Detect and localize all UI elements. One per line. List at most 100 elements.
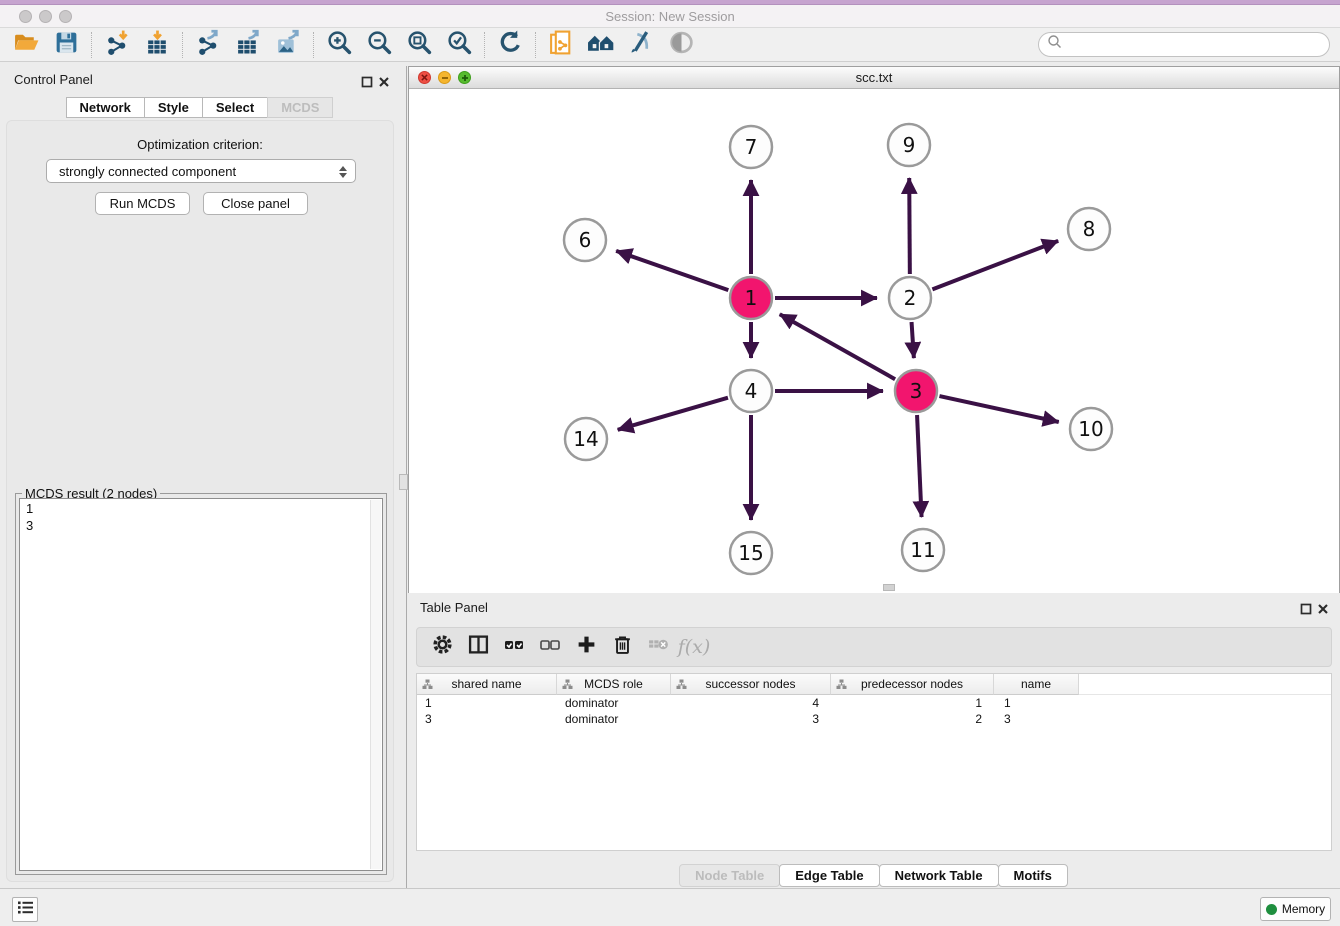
column-header-successor-nodes[interactable]: successor nodes bbox=[671, 674, 831, 695]
birds-eye-view-button[interactable] bbox=[661, 29, 701, 61]
save-floppy-icon bbox=[53, 29, 80, 61]
close-table-panel-icon[interactable] bbox=[1317, 602, 1329, 614]
graph-edge-3-11[interactable] bbox=[917, 415, 921, 517]
create-column-button[interactable] bbox=[571, 632, 601, 662]
tab-node-table[interactable]: Node Table bbox=[679, 864, 780, 887]
export-network-button[interactable] bbox=[188, 29, 228, 61]
tab-select[interactable]: Select bbox=[202, 97, 268, 118]
cell-predecessor-nodes[interactable]: 2 bbox=[831, 711, 994, 727]
zoom-selected-button[interactable] bbox=[439, 29, 479, 61]
tab-mcds[interactable]: MCDS bbox=[267, 97, 333, 118]
clone-network-icon bbox=[548, 29, 575, 61]
close-panel-button[interactable]: Close panel bbox=[203, 192, 308, 215]
columns-icon bbox=[468, 634, 489, 660]
list-icon bbox=[17, 900, 34, 920]
zoom-in-button[interactable] bbox=[319, 29, 359, 61]
cell-name[interactable]: 1 bbox=[994, 695, 1079, 711]
column-header-shared-name[interactable]: shared name bbox=[417, 674, 557, 695]
cell-shared-name[interactable]: 3 bbox=[417, 711, 557, 727]
table-settings-button[interactable] bbox=[427, 632, 457, 662]
canvas-hscroll-thumb[interactable] bbox=[883, 584, 895, 591]
save-session-button[interactable] bbox=[46, 29, 86, 61]
import-network-button[interactable] bbox=[97, 29, 137, 61]
criterion-value: strongly connected component bbox=[59, 164, 236, 179]
function-icon: f(x) bbox=[678, 636, 711, 658]
tab-network-table[interactable]: Network Table bbox=[879, 864, 999, 887]
deselect-all-button[interactable] bbox=[535, 632, 565, 662]
criterion-dropdown[interactable]: strongly connected component bbox=[46, 159, 356, 183]
network-canvas[interactable]: 7968124314101511 bbox=[409, 89, 1339, 593]
network-overview-button[interactable] bbox=[581, 29, 621, 61]
run-mcds-button[interactable]: Run MCDS bbox=[95, 192, 190, 215]
float-panel-icon[interactable] bbox=[361, 75, 373, 87]
result-line: 3 bbox=[26, 517, 376, 534]
graph-edge-2-8[interactable] bbox=[932, 241, 1058, 289]
result-scrollbar[interactable] bbox=[370, 500, 381, 869]
delete-table-icon bbox=[647, 633, 670, 661]
graph-edge-2-9[interactable] bbox=[909, 178, 910, 274]
column-type-icon bbox=[562, 679, 573, 693]
zoom-fit-button[interactable] bbox=[399, 29, 439, 61]
show-columns-button[interactable] bbox=[463, 632, 493, 662]
graph-node-label: 11 bbox=[910, 538, 935, 562]
network-window-titlebar[interactable]: scc.txt bbox=[409, 67, 1339, 89]
toolbar-separator bbox=[91, 32, 92, 58]
graph-edge-1-6[interactable] bbox=[616, 251, 728, 290]
graph-edge-4-14[interactable] bbox=[618, 398, 728, 430]
cell-mcds-role[interactable]: dominator bbox=[557, 711, 671, 727]
tab-edge-table[interactable]: Edge Table bbox=[779, 864, 879, 887]
toolbar-separator bbox=[535, 32, 536, 58]
graph-edge-2-3[interactable] bbox=[912, 322, 914, 358]
cell-mcds-role[interactable]: dominator bbox=[557, 695, 671, 711]
houses-icon bbox=[587, 29, 616, 61]
panel-divider[interactable] bbox=[401, 66, 407, 888]
graph-edge-3-10[interactable] bbox=[939, 396, 1058, 422]
table-row[interactable]: 1 dominator 4 1 1 bbox=[417, 695, 1331, 711]
table-row[interactable]: 3 dominator 3 2 3 bbox=[417, 711, 1331, 727]
refresh-button[interactable] bbox=[490, 29, 530, 61]
header-filler bbox=[1079, 674, 1331, 695]
memory-button[interactable]: Memory bbox=[1260, 897, 1331, 921]
clone-network-button[interactable] bbox=[541, 29, 581, 61]
close-panel-icon[interactable] bbox=[378, 75, 390, 87]
zoom-out-button[interactable] bbox=[359, 29, 399, 61]
cell-shared-name[interactable]: 1 bbox=[417, 695, 557, 711]
search-input[interactable] bbox=[1038, 32, 1330, 57]
graph-edge-3-1[interactable] bbox=[780, 314, 895, 379]
export-image-button[interactable] bbox=[268, 29, 308, 61]
task-history-button[interactable] bbox=[12, 897, 38, 922]
graph-node-label: 9 bbox=[903, 133, 916, 157]
column-header-mcds-role[interactable]: MCDS role bbox=[557, 674, 671, 695]
gear-icon bbox=[432, 634, 453, 660]
dropdown-stepper-icon bbox=[337, 163, 348, 180]
graph-node-label: 14 bbox=[573, 427, 598, 451]
tab-network[interactable]: Network bbox=[66, 97, 145, 118]
column-header-name[interactable]: name bbox=[994, 674, 1079, 695]
open-folder-icon bbox=[13, 29, 40, 61]
tab-style[interactable]: Style bbox=[144, 97, 203, 118]
column-type-icon bbox=[422, 679, 433, 693]
import-table-button[interactable] bbox=[137, 29, 177, 61]
eye-icon bbox=[668, 29, 695, 61]
show-hide-graphics-button[interactable] bbox=[621, 29, 661, 61]
delete-column-button[interactable] bbox=[607, 632, 637, 662]
select-all-button[interactable] bbox=[499, 632, 529, 662]
toolbar-separator bbox=[313, 32, 314, 58]
divider-grip[interactable] bbox=[399, 474, 408, 490]
export-table-button[interactable] bbox=[228, 29, 268, 61]
cell-predecessor-nodes[interactable]: 1 bbox=[831, 695, 994, 711]
toolbar-separator bbox=[182, 32, 183, 58]
cell-name[interactable]: 3 bbox=[994, 711, 1079, 727]
mcds-result-text[interactable]: 1 3 bbox=[19, 498, 383, 871]
open-session-button[interactable] bbox=[6, 29, 46, 61]
tab-motifs[interactable]: Motifs bbox=[998, 864, 1068, 887]
cell-successor-nodes[interactable]: 4 bbox=[671, 695, 831, 711]
float-table-panel-icon[interactable] bbox=[1300, 602, 1312, 614]
table-toolbar: f(x) bbox=[416, 627, 1332, 667]
import-table-icon bbox=[144, 29, 171, 61]
window-title: Session: New Session bbox=[0, 9, 1340, 24]
graph-node-label: 1 bbox=[745, 286, 758, 310]
cell-successor-nodes[interactable]: 3 bbox=[671, 711, 831, 727]
column-header-predecessor-nodes[interactable]: predecessor nodes bbox=[831, 674, 994, 695]
table-tabs: Node Table Edge Table Network Table Moti… bbox=[408, 864, 1340, 887]
